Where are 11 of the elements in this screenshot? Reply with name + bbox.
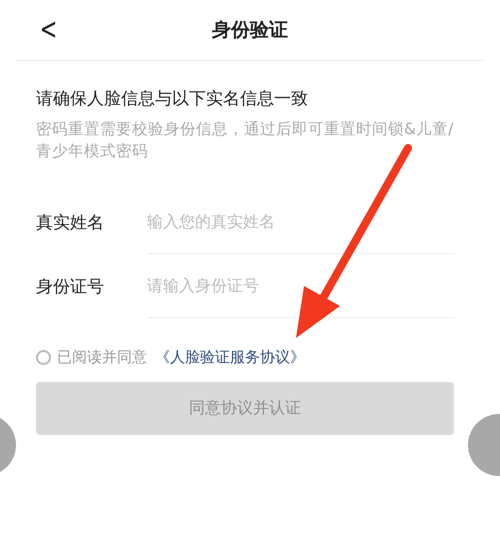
input-field[interactable]: 输入您的真实姓名 xyxy=(147,190,455,254)
field-label: 真实姓名 xyxy=(36,212,105,234)
agree-checkbox[interactable] xyxy=(36,350,51,365)
agreement-link[interactable]: 《人脸验证服务协议》 xyxy=(155,348,305,367)
agree-text: 已阅读并同意 xyxy=(57,348,147,367)
input-field[interactable]: 请输入身份证号 xyxy=(147,254,455,318)
back-button[interactable]: < xyxy=(40,12,58,48)
description: 密码重置需要校验身份信息，通过后即可重置时间锁&儿童/青少年模式密码 xyxy=(36,119,454,162)
field-label: 身份证号 xyxy=(36,276,105,298)
heading: 请确保人脸信息与以下实名信息一致 xyxy=(36,88,309,110)
page-title: 身份验证 xyxy=(212,18,288,43)
